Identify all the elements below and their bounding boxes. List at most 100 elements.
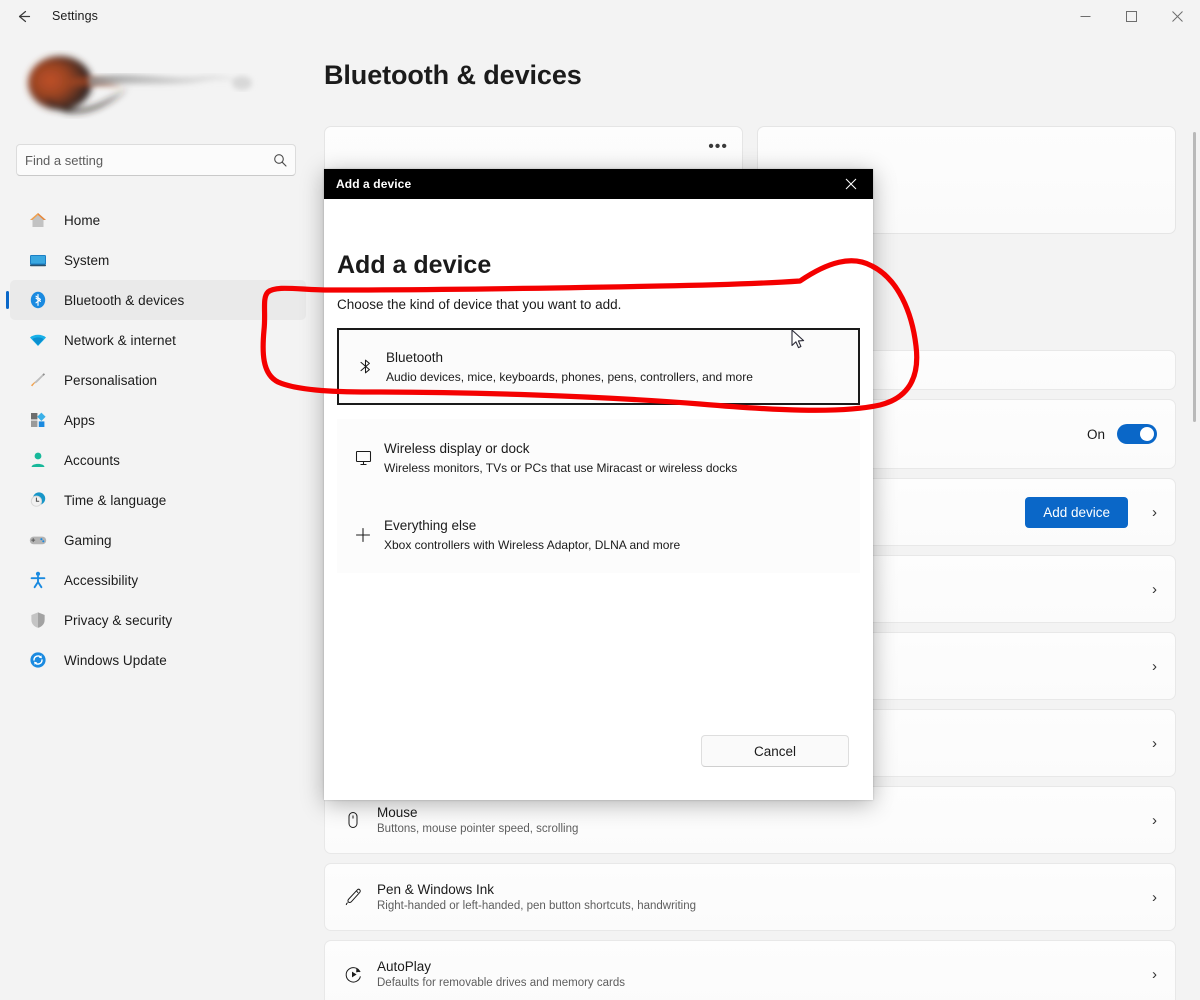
minimize-button[interactable]: [1062, 0, 1108, 32]
option-subtitle: Audio devices, mice, keyboards, phones, …: [386, 369, 753, 384]
dialog-close-button[interactable]: [829, 169, 873, 199]
option-text: Wireless display or dock Wireless monito…: [382, 441, 737, 475]
sidebar-item-label: Time & language: [64, 492, 167, 508]
option-text: Everything else Xbox controllers with Wi…: [382, 518, 680, 552]
dialog-body: Add a device Choose the kind of device t…: [324, 199, 873, 800]
option-title: Everything else: [384, 517, 477, 533]
device-option-bluetooth[interactable]: Bluetooth Audio devices, mice, keyboards…: [337, 328, 860, 405]
personalisation-icon: [26, 368, 50, 392]
row-title: Mouse: [377, 805, 418, 820]
chevron-right-icon: ›: [1152, 657, 1157, 675]
sidebar-item-accessibility[interactable]: Accessibility: [10, 560, 306, 600]
search-input[interactable]: Find a setting: [16, 144, 296, 176]
sidebar-item-privacy-security[interactable]: Privacy & security: [10, 600, 306, 640]
cancel-button[interactable]: Cancel: [701, 735, 849, 767]
accounts-icon: [26, 448, 50, 472]
row-subtitle: Defaults for removable drives and memory…: [377, 977, 625, 989]
sidebar-item-label: Home: [64, 212, 101, 228]
home-icon: [26, 208, 50, 232]
dialog-subtitle: Choose the kind of device that you want …: [337, 297, 622, 312]
search-icon: [273, 153, 287, 167]
settings-window: Settings Find a setting Home System Blue…: [0, 0, 1200, 1000]
sidebar-item-label: Personalisation: [64, 372, 158, 388]
sidebar-item-label: System: [64, 252, 110, 268]
dialog-titlebar-text: Add a device: [336, 177, 412, 191]
network-icon: [26, 328, 50, 352]
sidebar-item-time-language[interactable]: Time & language: [10, 480, 306, 520]
card-menu-button[interactable]: •••: [708, 139, 728, 155]
page-title: Bluetooth & devices: [324, 60, 582, 90]
accessibility-icon: [26, 568, 50, 592]
row-title: Pen & Windows Ink: [377, 882, 495, 897]
autoplay-icon: [343, 964, 377, 985]
apps-icon: [26, 408, 50, 432]
option-subtitle: Wireless monitors, TVs or PCs that use M…: [384, 460, 738, 475]
sidebar-item-label: Bluetooth & devices: [64, 292, 185, 308]
sidebar-item-windows-update[interactable]: Windows Update: [10, 640, 306, 680]
toggle-state-label: On: [1086, 426, 1105, 442]
chevron-right-icon: ›: [1152, 580, 1157, 598]
gaming-icon: [26, 528, 50, 552]
sidebar-item-label: Gaming: [64, 532, 112, 548]
sidebar-nav: Home System Bluetooth & devices Network …: [6, 200, 306, 680]
row-subtitle: Buttons, mouse pointer speed, scrolling: [377, 823, 579, 835]
option-text: Bluetooth Audio devices, mice, keyboards…: [384, 350, 753, 384]
option-title: Bluetooth: [386, 349, 444, 365]
window-titlebar: Settings: [0, 0, 1200, 32]
back-arrow-icon[interactable]: [0, 0, 46, 32]
search-placeholder: Find a setting: [25, 152, 104, 168]
option-title: Wireless display or dock: [384, 440, 530, 456]
row-title: AutoPlay: [377, 959, 432, 974]
chevron-right-icon: ›: [1152, 965, 1157, 983]
sidebar-item-label: Privacy & security: [64, 612, 173, 628]
sidebar-item-gaming[interactable]: Gaming: [10, 520, 306, 560]
row-text: AutoPlay Defaults for removable drives a…: [377, 959, 1142, 989]
avatar: [18, 50, 268, 120]
sidebar-item-system[interactable]: System: [10, 240, 306, 280]
plus-icon: [344, 526, 382, 544]
window-title: Settings: [52, 9, 98, 23]
monitor-icon: [344, 449, 382, 467]
sidebar-item-label: Windows Update: [64, 652, 167, 668]
row-subtitle: Right-handed or left-handed, pen button …: [377, 900, 697, 912]
sidebar: Find a setting Home System Bluetooth & d…: [0, 32, 320, 1000]
chevron-right-icon: ›: [1152, 734, 1157, 752]
sidebar-item-bluetooth-devices[interactable]: Bluetooth & devices: [6, 280, 306, 320]
dialog-titlebar: Add a device: [324, 169, 873, 199]
windows-update-icon: [26, 648, 50, 672]
option-subtitle: Xbox controllers with Wireless Adaptor, …: [384, 537, 681, 552]
pen-icon: [343, 886, 377, 908]
settings-row-pen-windows-ink[interactable]: Pen & Windows Ink Right-handed or left-h…: [324, 863, 1176, 931]
settings-row-autoplay[interactable]: AutoPlay Defaults for removable drives a…: [324, 940, 1176, 1000]
maximize-button[interactable]: [1108, 0, 1154, 32]
chevron-right-icon: ›: [1152, 888, 1157, 906]
chevron-right-icon: ›: [1152, 503, 1157, 521]
sidebar-item-accounts[interactable]: Accounts: [10, 440, 306, 480]
sidebar-item-home[interactable]: Home: [10, 200, 306, 240]
bluetooth-toggle[interactable]: [1117, 424, 1157, 444]
sidebar-item-network-internet[interactable]: Network & internet: [10, 320, 306, 360]
dialog-heading: Add a device: [337, 251, 492, 279]
scrollbar[interactable]: [1193, 132, 1196, 422]
add-a-device-dialog: Add a device Add a device Choose the kin…: [324, 169, 873, 800]
mouse-cursor: [791, 329, 805, 349]
chevron-right-icon: ›: [1152, 811, 1157, 829]
close-button[interactable]: [1154, 0, 1200, 32]
mouse-icon: [343, 810, 377, 830]
window-controls: [1062, 0, 1200, 32]
system-icon: [26, 248, 50, 272]
privacy-security-icon: [26, 608, 50, 632]
device-option-everything-else[interactable]: Everything else Xbox controllers with Wi…: [337, 496, 860, 573]
bluetooth-icon: [346, 357, 384, 376]
sidebar-item-label: Network & internet: [64, 332, 176, 348]
sidebar-item-apps[interactable]: Apps: [10, 400, 306, 440]
add-device-button[interactable]: Add device: [1025, 496, 1128, 528]
sidebar-item-personalisation[interactable]: Personalisation: [10, 360, 306, 400]
time-language-icon: [26, 488, 50, 512]
bluetooth-icon: [26, 288, 50, 312]
row-text: Mouse Buttons, mouse pointer speed, scro…: [377, 805, 1142, 835]
sidebar-item-label: Accounts: [64, 452, 120, 468]
row-text: Pen & Windows Ink Right-handed or left-h…: [377, 882, 1142, 912]
sidebar-item-label: Apps: [64, 412, 95, 428]
device-option-wireless-display-or-dock[interactable]: Wireless display or dock Wireless monito…: [337, 419, 860, 496]
